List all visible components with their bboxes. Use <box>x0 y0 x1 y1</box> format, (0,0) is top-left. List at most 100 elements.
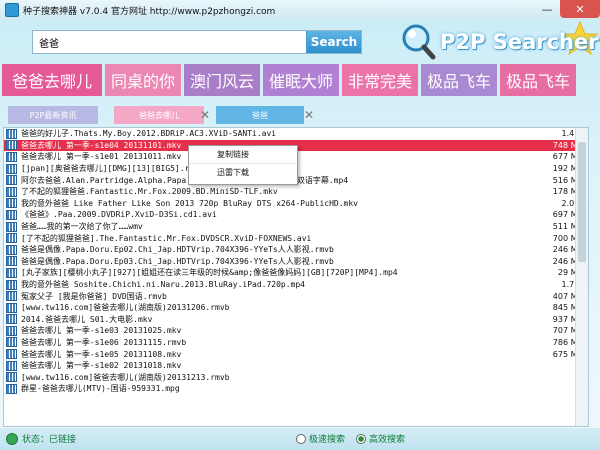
hot-tag[interactable]: 极品飞车 <box>500 64 576 96</box>
file-icon <box>6 314 17 325</box>
file-icon <box>6 151 17 162</box>
hot-tag[interactable]: 非常完美 <box>342 64 418 96</box>
table-row[interactable]: 了不起的狐狸爸爸.Fantastic.Mr.Fox.2009.BD.MiniSD… <box>4 186 588 198</box>
search-input[interactable] <box>33 31 306 53</box>
radio-icon <box>296 433 306 444</box>
hot-tag[interactable]: 澳门风云 <box>184 64 260 96</box>
table-row[interactable]: 爸爸去哪儿 第一季-s1e02 20131018.mkv <box>4 360 588 372</box>
hot-tag[interactable]: 爸爸去哪儿 <box>2 64 102 96</box>
file-name: 冤家父子 [我是你爸爸] DVD国语.rmvb <box>21 291 167 301</box>
file-name: 我的意外爸爸 Soshite.Chichi.ni.Naru.2013.BluRa… <box>21 280 306 290</box>
file-name: [www.tw116.com]爸爸去哪儿(湖南版)20131213.rmvb <box>21 372 230 382</box>
file-icon <box>6 233 17 244</box>
table-row[interactable]: [了不起的狐狸爸爸].The.Fantastic.Mr.Fox.DVDSCR.X… <box>4 232 588 244</box>
file-icon <box>6 209 17 220</box>
table-row[interactable]: [丸子家族][樱桃小丸子][927][姐姐还在读三年级的时候&amp;像爸爸像妈… <box>4 267 588 279</box>
table-row[interactable]: 我的意外爸爸 Like Father Like Son 2013 720p Bl… <box>4 198 588 210</box>
file-icon <box>6 256 17 267</box>
table-row[interactable]: 冤家父子 [我是你爸爸] DVD国语.rmvb 407 MB <box>4 290 588 302</box>
file-icon <box>6 244 17 255</box>
title-bar: 种子搜索神器 v7.0.4 官方网址 http://www.p2pzhongzi… <box>0 0 600 20</box>
radio-fast-search[interactable]: 极速搜索 <box>296 432 345 445</box>
search-bar: Search <box>32 30 362 54</box>
hot-tags: 爸爸去哪儿 同桌的你 澳门风云 催眠大师 非常完美 极品飞车 极品飞车 <box>0 64 600 98</box>
table-row[interactable]: 爸爸是偶像.Papa.Doru.Ep03.Chi_Jap.HDTVrip.704… <box>4 256 588 268</box>
file-name: 爸爸去哪儿 第一季-s1e06 20131115.rmvb <box>21 337 187 347</box>
file-name: 2014.爸爸去哪儿 S01.大电影.mkv <box>21 314 153 324</box>
file-icon <box>6 291 17 302</box>
status-text: 状态：已链接 <box>22 435 77 445</box>
file-icon <box>6 337 17 348</box>
tab-bar: P2P最新资讯 爸爸去哪儿 ✕ 爸爸 ✕ <box>0 103 600 125</box>
table-row[interactable]: 我的意外爸爸 Soshite.Chichi.ni.Naru.2013.BluRa… <box>4 279 588 291</box>
minimize-button[interactable]: — <box>534 0 560 18</box>
table-row[interactable]: 爸爸……我的第一次给了你了……wmv 511 MB <box>4 221 588 233</box>
logo: P2P Searcher <box>400 20 600 64</box>
hot-tag[interactable]: 催眠大师 <box>263 64 339 96</box>
file-name: 了不起的狐狸爸爸.Fantastic.Mr.Fox.2009.BD.MiniSD… <box>21 187 278 197</box>
file-name: [丸子家族][樱桃小丸子][927][姐姐还在读三年级的时候&amp;像爸爸像妈… <box>21 268 398 278</box>
tab-news[interactable]: P2P最新资讯 <box>8 106 98 124</box>
window-title: 种子搜索神器 v7.0.4 官方网址 http://www.p2pzhongzi… <box>23 6 276 17</box>
radio-label: 高效搜索 <box>369 435 406 445</box>
connected-icon <box>6 432 18 445</box>
connection-status: 状态：已链接 <box>6 432 76 445</box>
file-name: 爸爸去哪儿 第一季-s1e03 20131025.mkv <box>21 326 182 336</box>
table-row[interactable]: 爸爸去哪儿 第一季-s1e06 20131115.rmvb 786 MB <box>4 337 588 349</box>
file-name: 爸爸去哪儿 第一季-s1e02 20131018.mkv <box>21 361 182 371</box>
file-icon <box>6 383 17 394</box>
close-icon[interactable]: ✕ <box>304 108 314 122</box>
file-icon <box>6 302 17 313</box>
file-icon <box>6 349 17 360</box>
file-icon <box>6 186 17 197</box>
logo-text: P2P Searcher <box>440 30 599 54</box>
file-icon <box>6 221 17 232</box>
table-row[interactable]: 爸爸是偶像.Papa.Doru.Ep02.Chi_Jap.HDTVrip.704… <box>4 244 588 256</box>
file-icon <box>6 140 17 151</box>
table-row[interactable]: 2014.爸爸去哪儿 S01.大电影.mkv 937 MB <box>4 314 588 326</box>
file-name: [了不起的狐狸爸爸].The.Fantastic.Mr.Fox.DVDSCR.X… <box>21 233 312 243</box>
file-name: 爸爸去哪儿 第一季-s1e05 20131108.mkv <box>21 349 182 359</box>
app-icon <box>5 3 19 17</box>
file-icon <box>6 128 17 139</box>
file-icon <box>6 175 17 186</box>
file-icon <box>6 279 17 290</box>
radio-label: 极速搜索 <box>309 435 346 445</box>
close-button[interactable]: ✕ <box>560 0 600 18</box>
tab-search-result-1[interactable]: 爸爸去哪儿 <box>114 106 204 124</box>
hot-tag[interactable]: 同桌的你 <box>105 64 181 96</box>
file-name: [www.tw116.com]爸爸去哪儿(湖南版)20131206.rmvb <box>21 303 230 313</box>
status-bar: 状态：已链接 极速搜索 高效搜索 <box>0 428 600 450</box>
file-icon <box>6 267 17 278</box>
file-name: 爸爸的好儿子.Thats.My.Boy.2012.BDRiP.AC3.XViD-… <box>21 129 277 139</box>
search-button[interactable]: Search <box>306 31 361 53</box>
file-icon <box>6 360 17 371</box>
file-name: 爸爸是偶像.Papa.Doru.Ep03.Chi_Jap.HDTVrip.704… <box>21 256 334 266</box>
close-icon[interactable]: ✕ <box>200 108 210 122</box>
context-menu: 复制链接 迅雷下载 <box>188 145 298 185</box>
table-row[interactable]: 爸爸的好儿子.Thats.My.Boy.2012.BDRiP.AC3.XViD-… <box>4 128 588 140</box>
file-name: 《爸爸》.Paa.2009.DVDRiP.XviD-D3Si.cd1.avi <box>21 210 217 220</box>
table-row[interactable]: 爸爸去哪儿 第一季-s1e05 20131108.mkv 675 MB <box>4 348 588 360</box>
scrollbar[interactable] <box>575 128 588 426</box>
table-row[interactable]: [www.tw116.com]爸爸去哪儿(湖南版)20131213.rmvb <box>4 371 588 383</box>
table-row[interactable]: 《爸爸》.Paa.2009.DVDRiP.XviD-D3Si.cd1.avi 69… <box>4 209 588 221</box>
table-row[interactable]: 群星-爸爸去哪儿(MTV)-国语-959331.mpg <box>4 383 588 395</box>
tab-search-result-2[interactable]: 爸爸 <box>216 106 304 124</box>
radio-efficient-search[interactable]: 高效搜索 <box>356 432 405 445</box>
file-name: 我的意外爸爸 Like Father Like Son 2013 720p Bl… <box>21 198 358 208</box>
file-name: 爸爸……我的第一次给了你了……wmv <box>21 222 143 232</box>
hot-tag[interactable]: 极品飞车 <box>421 64 497 96</box>
file-icon <box>6 372 17 383</box>
file-icon <box>6 325 17 336</box>
menu-item-thunder-download[interactable]: 迅雷下载 <box>189 163 297 181</box>
close-icon: ✕ <box>575 2 585 16</box>
file-icon <box>6 198 17 209</box>
radio-icon <box>356 433 366 444</box>
table-row[interactable]: [www.tw116.com]爸爸去哪儿(湖南版)20131206.rmvb 84… <box>4 302 588 314</box>
menu-item-copy-link[interactable]: 复制链接 <box>189 146 297 163</box>
scrollbar-thumb[interactable] <box>578 142 586 262</box>
table-row[interactable]: 爸爸去哪儿 第一季-s1e03 20131025.mkv 707 MB <box>4 325 588 337</box>
file-icon <box>6 163 17 174</box>
file-name: 群星-爸爸去哪儿(MTV)-国语-959331.mpg <box>21 384 180 394</box>
